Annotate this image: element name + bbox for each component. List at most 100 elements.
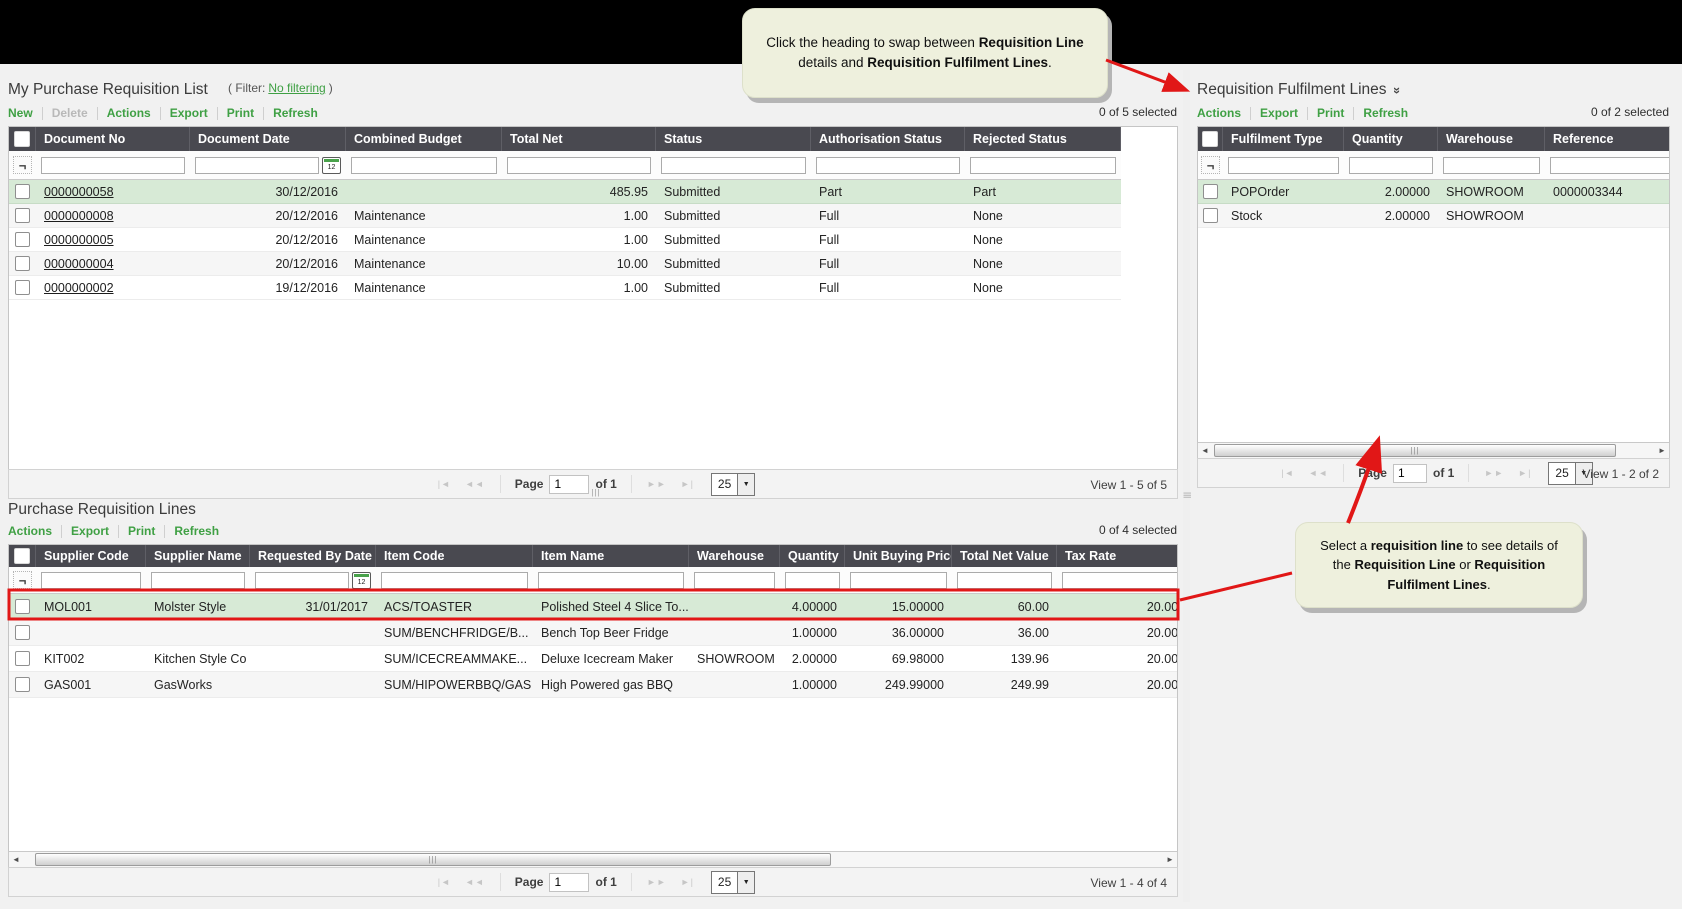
document-link[interactable]: 0000000002	[44, 281, 114, 295]
pager-prev-icon[interactable]: ◄◄	[1308, 468, 1328, 478]
select-all-checkbox[interactable]	[9, 127, 36, 151]
column-header-unit-buying-price[interactable]: Unit Buying Price	[845, 545, 952, 567]
filter-input-fulfilment-type[interactable]	[1228, 156, 1339, 174]
column-header-document-no[interactable]: Document No	[36, 127, 190, 151]
refresh-button[interactable]: Refresh	[1363, 106, 1408, 120]
filter-input-item-code[interactable]	[381, 571, 528, 589]
column-header-tax-rate[interactable]: Tax Rate	[1057, 545, 1177, 567]
table-row[interactable]: KIT002 Kitchen Style Co SUM/ICECREAMMAKE…	[9, 646, 1177, 672]
row-checkbox[interactable]	[15, 280, 30, 295]
row-checkbox[interactable]	[15, 599, 30, 614]
document-link[interactable]: 0000000058	[44, 185, 114, 199]
filter-input-document-date[interactable]	[195, 156, 319, 174]
pager-last-icon[interactable]: ►|	[681, 877, 694, 887]
export-button[interactable]: Export	[170, 106, 208, 120]
column-header-supplier-code[interactable]: Supplier Code	[36, 545, 146, 567]
row-checkbox[interactable]	[15, 184, 30, 199]
page-number-input[interactable]	[549, 474, 590, 494]
filter-input-tax-rate[interactable]	[1062, 571, 1177, 589]
column-header-authorisation-status[interactable]: Authorisation Status	[811, 127, 965, 151]
actions-button[interactable]: Actions	[8, 524, 52, 538]
filter-input-reference[interactable]	[1550, 156, 1669, 174]
table-row[interactable]: 0000000004 20/12/2016 Maintenance 10.00 …	[9, 252, 1121, 276]
page-number-input[interactable]	[1392, 463, 1427, 483]
table-row[interactable]: 0000000005 20/12/2016 Maintenance 1.00 S…	[9, 228, 1121, 252]
column-header-fulfilment-type[interactable]: Fulfilment Type	[1223, 127, 1344, 151]
filter-input-rejected-status[interactable]	[970, 156, 1116, 174]
filter-input-quantity[interactable]	[785, 571, 840, 589]
export-button[interactable]: Export	[71, 524, 109, 538]
select-all-checkbox[interactable]	[1198, 127, 1223, 151]
table-row[interactable]: 0000000008 20/12/2016 Maintenance 1.00 S…	[9, 204, 1121, 228]
column-header-total-net[interactable]: Total Net	[502, 127, 656, 151]
new-button[interactable]: New	[8, 106, 33, 120]
row-checkbox[interactable]	[15, 677, 30, 692]
filter-input-total-net[interactable]	[507, 156, 651, 174]
column-header-warehouse[interactable]: Warehouse	[1438, 127, 1545, 151]
row-checkbox[interactable]	[15, 625, 30, 640]
document-link[interactable]: 0000000008	[44, 209, 114, 223]
scrollbar-thumb[interactable]: |||	[1214, 444, 1616, 457]
scroll-right-icon[interactable]: ►	[1655, 443, 1669, 458]
column-header-rejected-status[interactable]: Rejected Status	[965, 127, 1121, 151]
page-size-select[interactable]: 25 ▼	[710, 472, 756, 496]
table-row[interactable]: 0000000058 30/12/2016 485.95 Submitted P…	[9, 180, 1121, 204]
delete-button[interactable]: Delete	[52, 106, 88, 120]
filter-input-warehouse[interactable]	[1443, 156, 1540, 174]
pager-first-icon[interactable]: |◄	[1281, 468, 1294, 478]
column-header-item-name[interactable]: Item Name	[533, 545, 689, 567]
column-header-quantity[interactable]: Quantity	[1344, 127, 1438, 151]
row-checkbox[interactable]	[1203, 208, 1218, 223]
print-button[interactable]: Print	[128, 524, 155, 538]
pager-last-icon[interactable]: ►|	[1518, 468, 1531, 478]
export-button[interactable]: Export	[1260, 106, 1298, 120]
row-checkbox[interactable]	[15, 256, 30, 271]
print-button[interactable]: Print	[227, 106, 254, 120]
row-checkbox[interactable]	[15, 208, 30, 223]
filter-input-total-net-value[interactable]	[957, 571, 1052, 589]
column-header-quantity[interactable]: Quantity	[780, 545, 845, 567]
row-checkbox[interactable]	[1203, 184, 1218, 199]
refresh-button[interactable]: Refresh	[174, 524, 219, 538]
horizontal-scrollbar[interactable]: ◄ ||| ►	[8, 851, 1178, 868]
filter-input-supplier-code[interactable]	[41, 571, 141, 589]
filter-input-item-name[interactable]	[538, 571, 684, 589]
column-header-reference[interactable]: Reference	[1545, 127, 1669, 151]
select-all-checkbox[interactable]	[9, 545, 36, 567]
filter-input-warehouse[interactable]	[694, 571, 775, 589]
pager-first-icon[interactable]: |◄	[438, 877, 451, 887]
pager-next-icon[interactable]: ►►	[647, 479, 667, 489]
vertical-splitter[interactable]: |||	[1183, 70, 1192, 902]
filter-input-quantity[interactable]	[1349, 156, 1433, 174]
filter-clear-icon[interactable]: ¬	[13, 571, 32, 589]
filter-clear-icon[interactable]: ¬	[1201, 156, 1220, 174]
table-row[interactable]: MOL001 Molster Style 31/01/2017 ACS/TOAS…	[9, 594, 1177, 620]
no-filtering-link[interactable]: No filtering	[268, 81, 325, 95]
column-header-supplier-name[interactable]: Supplier Name	[146, 545, 250, 567]
filter-input-requested-by-date[interactable]	[255, 571, 349, 589]
column-header-combined-budget[interactable]: Combined Budget	[346, 127, 502, 151]
scroll-left-icon[interactable]: ◄	[1198, 443, 1212, 458]
refresh-button[interactable]: Refresh	[273, 106, 318, 120]
actions-button[interactable]: Actions	[1197, 106, 1241, 120]
calendar-icon[interactable]: 12	[352, 571, 371, 589]
document-link[interactable]: 0000000004	[44, 257, 114, 271]
document-link[interactable]: 0000000005	[44, 233, 114, 247]
pager-next-icon[interactable]: ►►	[1484, 468, 1504, 478]
column-header-requested-by-date[interactable]: Requested By Date	[250, 545, 376, 567]
calendar-icon[interactable]: 12	[322, 156, 341, 174]
pager-next-icon[interactable]: ►►	[647, 877, 667, 887]
pager-first-icon[interactable]: |◄	[438, 479, 451, 489]
filter-input-unit-buying-price[interactable]	[850, 571, 947, 589]
filter-input-authorisation-status[interactable]	[816, 156, 960, 174]
pager-last-icon[interactable]: ►|	[681, 479, 694, 489]
table-row[interactable]: Stock 2.00000 SHOWROOM	[1198, 204, 1669, 228]
scroll-right-icon[interactable]: ►	[1163, 852, 1177, 867]
filter-clear-icon[interactable]: ¬	[13, 156, 32, 174]
scroll-left-icon[interactable]: ◄	[9, 852, 23, 867]
filter-input-document-no[interactable]	[41, 156, 185, 174]
row-checkbox[interactable]	[15, 651, 30, 666]
pager-prev-icon[interactable]: ◄◄	[465, 479, 485, 489]
splitter-grip-icon[interactable]: |||	[1183, 492, 1192, 498]
double-chevron-down-icon[interactable]: »	[1390, 86, 1405, 93]
